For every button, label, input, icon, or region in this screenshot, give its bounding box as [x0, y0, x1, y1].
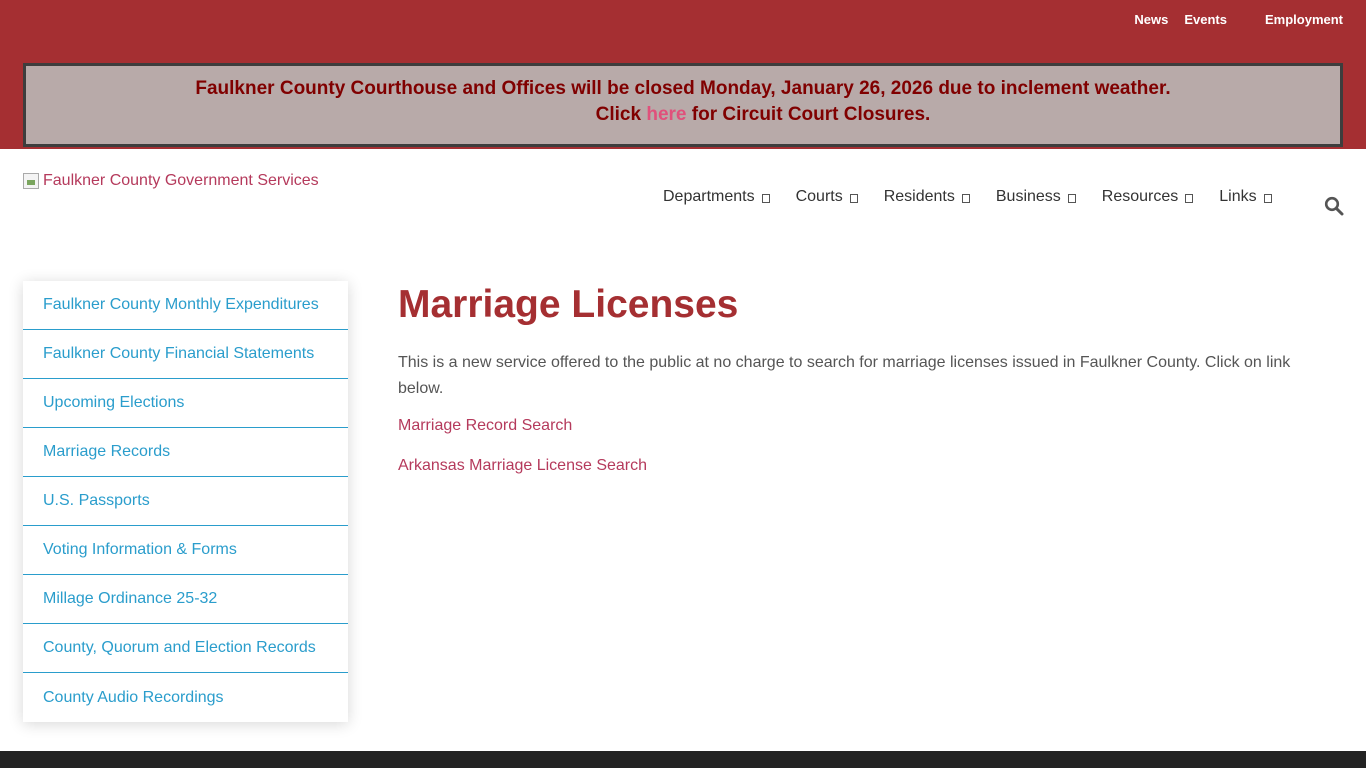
- dropdown-caret-icon: [1185, 193, 1194, 203]
- nav-label: Departments: [663, 188, 755, 205]
- dropdown-caret-icon: [761, 193, 770, 203]
- site-footer: [0, 751, 1366, 768]
- dropdown-caret-icon: [961, 193, 970, 203]
- utility-link-news[interactable]: News: [1134, 12, 1168, 27]
- dropdown-caret-icon: [1067, 193, 1076, 203]
- sidebar-item-marriage-records[interactable]: Marriage Records: [23, 428, 348, 477]
- nav-item-departments[interactable]: Departments: [663, 188, 770, 206]
- closure-alert: Faulkner County Courthouse and Offices w…: [23, 63, 1343, 147]
- nav-label: Courts: [795, 188, 843, 205]
- nav-item-courts[interactable]: Courts: [796, 188, 858, 206]
- sidebar-item-monthly-expenditures[interactable]: Faulkner County Monthly Expenditures: [23, 281, 348, 330]
- nav-item-business[interactable]: Business: [996, 188, 1076, 206]
- broken-image-icon: [23, 173, 39, 189]
- top-banner: News Events Employment Faulkner County C…: [0, 0, 1366, 149]
- intro-paragraph: This is a new service offered to the pub…: [398, 354, 1291, 397]
- nav-label: Business: [995, 188, 1061, 205]
- sidebar-menu: Faulkner County Monthly Expenditures Fau…: [23, 281, 348, 722]
- sidebar-item-financial-statements[interactable]: Faulkner County Financial Statements: [23, 330, 348, 379]
- dropdown-caret-icon: [1263, 193, 1272, 203]
- dropdown-caret-icon: [849, 193, 858, 203]
- site-logo[interactable]: Faulkner County Government Services: [23, 172, 319, 190]
- alert-line-2-suffix: for Circuit Court Closures.: [686, 104, 931, 125]
- alert-line-2: Click here for Circuit Court Closures.: [26, 102, 1340, 128]
- alert-here-link[interactable]: here: [646, 104, 686, 125]
- nav-label: Links: [1219, 188, 1257, 205]
- nav-item-resources[interactable]: Resources: [1101, 188, 1194, 206]
- main-content: Marriage Licenses This is a new service …: [398, 282, 1318, 496]
- sidebar-item-millage-ordinance[interactable]: Millage Ordinance 25-32: [23, 575, 348, 624]
- nav-item-links[interactable]: Links: [1219, 188, 1272, 206]
- main-nav: Departments Courts Residents Business Re…: [663, 188, 1272, 206]
- alert-line-2-prefix: Click: [595, 104, 647, 125]
- marriage-record-search-link[interactable]: Marriage Record Search: [398, 416, 1318, 436]
- sidebar-item-voting-information[interactable]: Voting Information & Forms: [23, 526, 348, 575]
- sidebar-item-audio-recordings[interactable]: County Audio Recordings: [23, 673, 348, 722]
- sidebar-item-upcoming-elections[interactable]: Upcoming Elections: [23, 379, 348, 428]
- logo-alt-text: Faulkner County Government Services: [43, 172, 319, 189]
- utility-nav: News Events Employment: [1134, 12, 1343, 27]
- sidebar-item-passports[interactable]: U.S. Passports: [23, 477, 348, 526]
- nav-label: Resources: [1101, 188, 1179, 205]
- page-title: Marriage Licenses: [398, 283, 739, 326]
- utility-link-events[interactable]: Events: [1184, 12, 1227, 27]
- alert-line-1: Faulkner County Courthouse and Offices w…: [195, 78, 1171, 99]
- nav-item-residents[interactable]: Residents: [884, 188, 970, 206]
- arkansas-marriage-license-search-link[interactable]: Arkansas Marriage License Search: [398, 456, 1318, 476]
- search-icon: [1324, 196, 1344, 216]
- nav-label: Residents: [883, 188, 955, 205]
- search-button[interactable]: [1324, 196, 1346, 218]
- sidebar-item-quorum-election-records[interactable]: County, Quorum and Election Records: [23, 624, 348, 673]
- utility-link-employment[interactable]: Employment: [1265, 12, 1343, 27]
